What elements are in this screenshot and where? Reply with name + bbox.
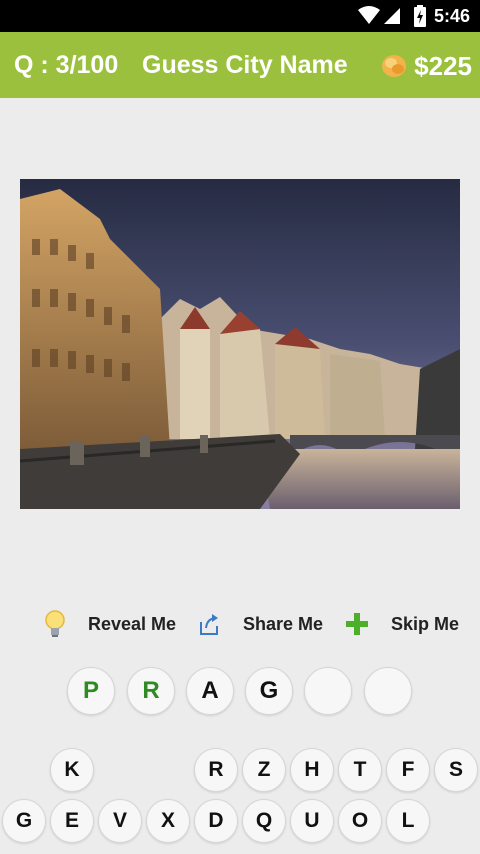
status-icons (358, 6, 400, 24)
question-counter: Q : 3/100 (14, 51, 119, 79)
letter-key[interactable]: F (386, 748, 430, 792)
letter-key[interactable]: Z (242, 748, 286, 792)
letter-key[interactable]: L (386, 799, 430, 843)
letter-key[interactable]: H (290, 748, 334, 792)
letter-key[interactable]: E (50, 799, 94, 843)
action-bar: Reveal Me Share Me Skip Me (0, 604, 480, 644)
signal-icon (384, 8, 400, 24)
answer-slot[interactable] (364, 667, 412, 715)
skip-me-label: Skip Me (391, 613, 460, 634)
answer-slot[interactable]: P (67, 667, 115, 715)
app-header: Q : 3/100 Guess City Name $225 (0, 32, 480, 98)
plus-icon (346, 613, 368, 635)
status-time: 5:46 (433, 6, 470, 26)
lightbulb-icon (45, 610, 65, 637)
status-bar: 5:46 (0, 0, 480, 32)
share-me-label: Share Me (243, 613, 324, 634)
answer-slot[interactable]: G (245, 667, 293, 715)
wifi-icon (358, 6, 380, 24)
page-title: Guess City Name (142, 51, 348, 79)
letter-key[interactable]: K (50, 748, 94, 792)
letter-key[interactable]: D (194, 799, 238, 843)
answer-slot[interactable] (304, 667, 352, 715)
reveal-me-label: Reveal Me (88, 613, 177, 634)
letter-key[interactable]: G (2, 799, 46, 843)
reveal-me-button[interactable]: Reveal Me (44, 604, 176, 644)
battery-icon (414, 5, 426, 27)
answer-slots: P R A G (0, 667, 480, 717)
letter-key[interactable]: R (194, 748, 238, 792)
share-icon (200, 614, 218, 635)
letter-key[interactable]: O (338, 799, 382, 843)
letter-key[interactable]: S (434, 748, 478, 792)
answer-slot[interactable]: A (186, 667, 234, 715)
coins-icon (382, 55, 406, 77)
letter-key[interactable]: U (290, 799, 334, 843)
letter-key[interactable]: Q (242, 799, 286, 843)
coin-balance: $225 (414, 51, 472, 81)
letter-key[interactable]: V (98, 799, 142, 843)
city-photo (20, 179, 460, 509)
letter-key[interactable]: T (338, 748, 382, 792)
answer-slot[interactable]: R (127, 667, 175, 715)
skip-me-button[interactable]: Skip Me (345, 604, 459, 644)
share-me-button[interactable]: Share Me (199, 604, 323, 644)
letter-key[interactable]: X (146, 799, 190, 843)
